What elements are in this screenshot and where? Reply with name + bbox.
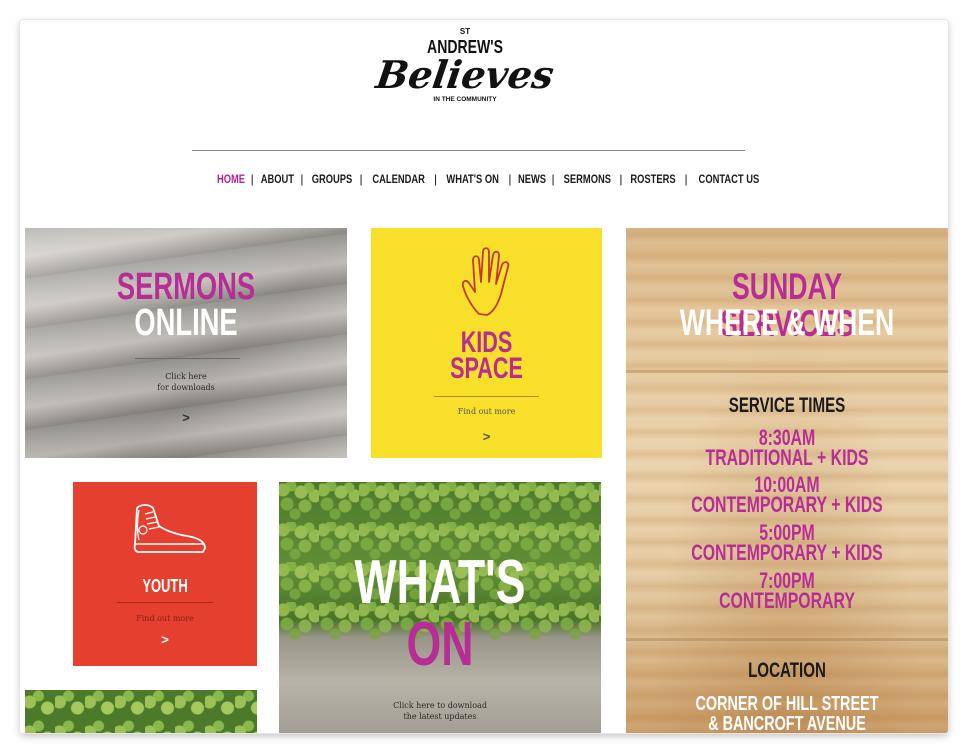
sermons-title-line1: SERMONS bbox=[116, 266, 256, 308]
sermons-divider bbox=[135, 358, 240, 359]
whats-on-tile[interactable]: WHAT'S ON Click here to download the lat… bbox=[279, 482, 601, 733]
location-heading: LOCATION bbox=[748, 659, 826, 682]
whats-on-subtext[interactable]: Click here to download the latest update… bbox=[279, 700, 601, 722]
whats-on-title-line2: ON bbox=[406, 610, 474, 679]
whats-on-title-line1: WHAT'S bbox=[354, 548, 526, 617]
nav-about[interactable]: ABOUT bbox=[260, 172, 293, 186]
sermons-sub-line2: for downloads bbox=[157, 383, 215, 392]
sermons-title-line2: ONLINE bbox=[134, 302, 238, 344]
browser-frame: ST ANDREW'S Believes IN THE COMMUNITY HO… bbox=[20, 20, 948, 733]
partial-greenery-tile[interactable] bbox=[25, 690, 257, 733]
site-logo[interactable]: ST ANDREW'S Believes IN THE COMMUNITY bbox=[360, 27, 570, 127]
sermons-sub-line1: Click here bbox=[165, 372, 207, 381]
hand-icon bbox=[461, 247, 510, 316]
wood-grain bbox=[626, 370, 948, 373]
sermons-subtext: Click here for downloads bbox=[25, 371, 347, 393]
kids-find-out-more[interactable]: Find out more bbox=[371, 406, 602, 417]
nav-sermons[interactable]: SERMONS bbox=[563, 172, 610, 186]
nav-separator: | bbox=[619, 172, 623, 186]
kids-title-line2: SPACE bbox=[450, 352, 523, 385]
nav-whats-on[interactable]: WHAT'S ON bbox=[447, 172, 499, 186]
address-line1: CORNER OF HILL STREET bbox=[695, 693, 879, 715]
nav-calendar[interactable]: CALENDAR bbox=[372, 172, 425, 186]
wood-grain bbox=[626, 638, 948, 641]
kids-divider bbox=[434, 396, 539, 397]
address-line2: & BANCROFT AVENUE bbox=[708, 713, 866, 733]
service-desc: TRADITIONAL + KIDS bbox=[705, 445, 869, 470]
kids-space-tile[interactable]: KIDS SPACE Find out more > bbox=[371, 228, 602, 458]
sunday-title-line2: WHERE & WHEN bbox=[679, 302, 895, 343]
service-times-heading: SERVICE TIMES bbox=[728, 394, 846, 417]
youth-arrow-link[interactable]: > bbox=[73, 632, 257, 647]
nav-separator: | bbox=[508, 172, 512, 186]
header-divider bbox=[192, 150, 745, 151]
service-desc: CONTEMPORARY + KIDS bbox=[691, 492, 883, 517]
nav-news[interactable]: NEWS bbox=[518, 172, 546, 186]
whats-on-sub-line1: Click here to download bbox=[393, 701, 487, 710]
whats-on-sub-line2: the latest updates bbox=[403, 712, 477, 721]
sermons-arrow-link[interactable]: > bbox=[25, 410, 347, 425]
youth-find-out-more[interactable]: Find out more bbox=[73, 613, 257, 624]
nav-rosters[interactable]: ROSTERS bbox=[631, 172, 676, 186]
logo-believes: Believes bbox=[373, 52, 557, 97]
nav-home[interactable]: HOME bbox=[217, 172, 245, 186]
nav-separator: | bbox=[684, 172, 688, 186]
sneaker-icon bbox=[133, 504, 206, 553]
nav-separator: | bbox=[551, 172, 555, 186]
service-desc: CONTEMPORARY + KIDS bbox=[691, 540, 883, 565]
logo-st: ST bbox=[459, 27, 471, 36]
nav-groups[interactable]: GROUPS bbox=[311, 172, 352, 186]
nav-contact-us[interactable]: CONTACT US bbox=[698, 172, 759, 186]
nav-separator: | bbox=[434, 172, 438, 186]
nav-separator: | bbox=[250, 172, 254, 186]
logo-community: IN THE COMMUNITY bbox=[433, 96, 497, 103]
sunday-services-tile: SUNDAY SERVICES WHERE & WHEN SERVICE TIM… bbox=[626, 228, 948, 733]
sermons-online-tile[interactable]: SERMONS ONLINE Click here for downloads … bbox=[25, 228, 347, 458]
nav-separator: | bbox=[300, 172, 304, 186]
youth-tile[interactable]: YOUTH Find out more > bbox=[73, 482, 257, 666]
nav-separator: | bbox=[359, 172, 363, 186]
youth-divider bbox=[117, 602, 213, 603]
youth-title: YOUTH bbox=[142, 576, 188, 596]
kids-arrow-link[interactable]: > bbox=[371, 429, 602, 444]
main-nav: HOME | ABOUT | GROUPS | CALENDAR | WHAT'… bbox=[140, 172, 840, 186]
service-desc: CONTEMPORARY bbox=[719, 588, 855, 613]
